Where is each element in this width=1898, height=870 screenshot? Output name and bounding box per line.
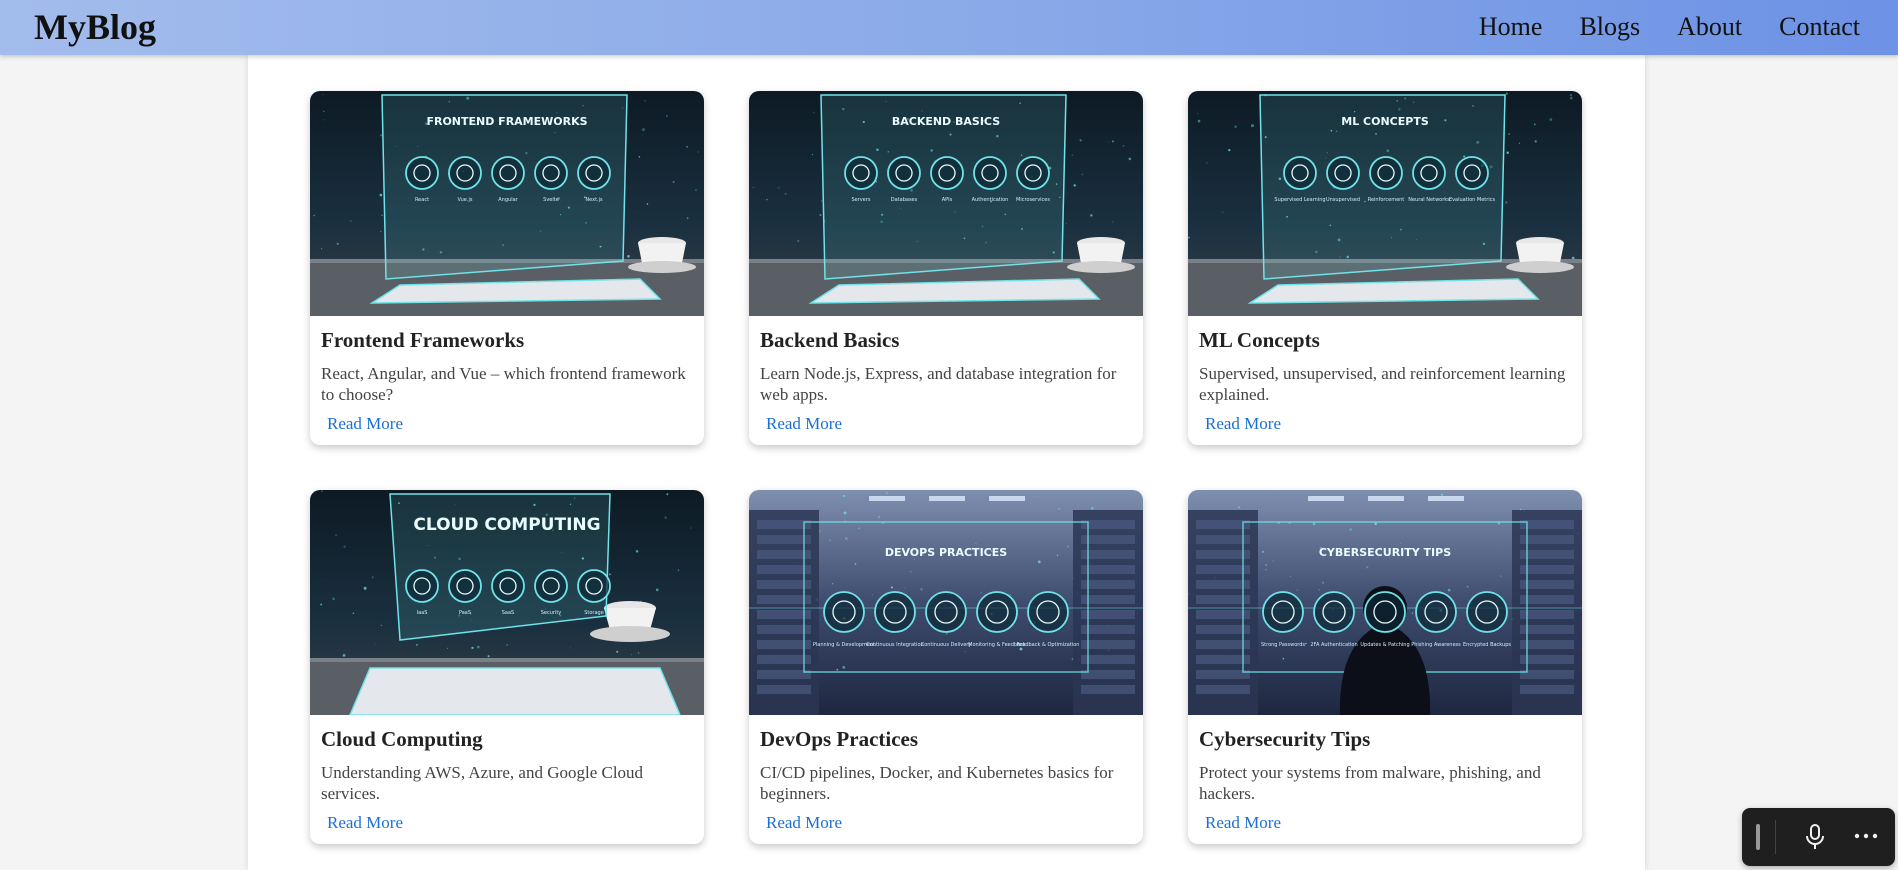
toolbar-divider [1775, 820, 1776, 854]
image-heading: FRONTEND FRAMEWORKS [426, 115, 587, 128]
svg-text:Next.js: Next.js [585, 197, 603, 203]
svg-text:Strong Passwords: Strong Passwords [1261, 642, 1305, 648]
top-navbar: MyBlog Home Blogs About Contact [0, 0, 1898, 55]
card-title: Frontend Frameworks [321, 328, 525, 352]
card-title: Cybersecurity Tips [1199, 727, 1371, 751]
card-illustration: BACKEND BASICS Servers Databases APIs Authen… [749, 91, 1143, 316]
svg-text:Unsupervised: Unsupervised [1326, 197, 1360, 203]
image-heading: DEVOPS PRACTICES [885, 546, 1007, 559]
svg-text:APIs: APIs [942, 197, 953, 203]
card-description: Understanding AWS, Azure, and Google Clo… [321, 763, 644, 803]
read-more-link[interactable]: Read More [327, 813, 403, 833]
drag-handle-icon[interactable] [1756, 824, 1760, 850]
card-image[interactable]: BACKEND BASICS Servers Databases APIs Authen… [749, 91, 1143, 316]
card-illustration: CLOUD COMPUTING IaaS PaaS SaaS Security Stora… [310, 490, 704, 715]
hologram-icon: Reinforcement [1368, 156, 1405, 203]
nav-home-link[interactable]: Home [1479, 10, 1543, 44]
read-more-link[interactable]: Read More [327, 414, 403, 434]
nav-blogs-link[interactable]: Blogs [1579, 10, 1640, 44]
card-description: Supervised, unsupervised, and reinforcem… [1199, 364, 1566, 404]
hologram-icon: Authentication [972, 156, 1009, 203]
hologram-icon: Unsupervised [1326, 156, 1360, 203]
svg-text:Encrypted Backups: Encrypted Backups [1463, 642, 1511, 648]
card-title: ML Concepts [1199, 328, 1320, 352]
voice-toolbar [1742, 808, 1895, 866]
blog-card: CLOUD COMPUTING IaaS PaaS SaaS Security Stora… [310, 490, 704, 844]
card-image[interactable]: CLOUD COMPUTING IaaS PaaS SaaS Security Stora… [310, 490, 704, 715]
svg-text:Storage: Storage [584, 610, 604, 616]
card-description: CI/CD pipelines, Docker, and Kubernetes … [760, 763, 1114, 803]
svg-text:Svelte: Svelte [543, 197, 559, 203]
hologram-icon: Databases [887, 156, 921, 203]
nav-contact-link[interactable]: Contact [1779, 10, 1860, 44]
svg-text:Continuous Delivery: Continuous Delivery [921, 642, 972, 648]
blog-card: FRONTEND FRAMEWORKS React Vue.js Angular Sve… [310, 91, 704, 445]
blog-card: BACKEND BASICS Servers Databases APIs Authen… [749, 91, 1143, 445]
card-image[interactable]: DEVOPS PRACTICES Planning & Development Co… [749, 490, 1143, 715]
svg-text:2FA Authentication: 2FA Authentication [1310, 642, 1357, 648]
nav-about-link[interactable]: About [1677, 10, 1742, 44]
card-illustration: ML CONCEPTS Supervised Learning Unsupervis… [1188, 91, 1582, 316]
svg-text:Feedback & Optimization: Feedback & Optimization [1017, 642, 1080, 648]
site-logo[interactable]: MyBlog [34, 6, 156, 48]
image-heading: CLOUD COMPUTING [413, 515, 600, 535]
card-image[interactable]: FRONTEND FRAMEWORKS React Vue.js Angular Sve… [310, 91, 704, 316]
svg-text:PaaS: PaaS [459, 610, 471, 616]
svg-text:Databases: Databases [891, 197, 918, 203]
svg-text:Angular: Angular [498, 197, 518, 203]
image-heading: BACKEND BASICS [892, 115, 1000, 128]
svg-text:React: React [415, 197, 429, 203]
blog-card: ML CONCEPTS Supervised Learning Unsupervis… [1188, 91, 1582, 445]
card-description: Protect your systems from malware, phish… [1199, 763, 1541, 803]
svg-text:Neural Networks: Neural Networks [1408, 197, 1450, 203]
card-image[interactable]: CYBERSECURITY TIPS Strong Passwords 2FA Au… [1188, 490, 1582, 715]
svg-text:Security: Security [541, 610, 562, 616]
blog-grid: FRONTEND FRAMEWORKS React Vue.js Angular Sve… [310, 91, 1582, 844]
svg-text:Continuous Integration: Continuous Integration [866, 642, 923, 648]
svg-text:Reinforcement: Reinforcement [1368, 197, 1405, 203]
read-more-link[interactable]: Read More [766, 414, 842, 434]
svg-text:Authentication: Authentication [972, 197, 1009, 203]
card-illustration: FRONTEND FRAMEWORKS React Vue.js Angular Sve… [310, 91, 704, 316]
svg-text:Phishing Awareness: Phishing Awareness [1411, 642, 1461, 648]
image-heading: ML CONCEPTS [1341, 115, 1429, 128]
card-description: React, Angular, and Vue – which frontend… [321, 364, 686, 404]
card-illustration: DEVOPS PRACTICESPlanning & DevelopmentCo… [749, 490, 1143, 715]
blog-card: CYBERSECURITY TIPS Strong Passwords 2FA Au… [1188, 490, 1582, 844]
nav-menu: Home Blogs About Contact [1442, 10, 1860, 44]
card-illustration: CYBERSECURITY TIPS Strong Passwords 2FA Au… [1188, 490, 1582, 715]
svg-text:Microservices: Microservices [1016, 197, 1050, 203]
more-options-icon[interactable] [1852, 826, 1880, 846]
card-title: Cloud Computing [321, 727, 483, 751]
svg-text:Vue.js: Vue.js [458, 197, 473, 203]
svg-text:IaaS: IaaS [417, 610, 428, 616]
blog-container: FRONTEND FRAMEWORKS React Vue.js Angular Sve… [248, 55, 1645, 870]
svg-text:Updates & Patching: Updates & Patching [1360, 642, 1409, 648]
svg-text:Supervised Learning: Supervised Learning [1274, 197, 1325, 203]
card-image[interactable]: ML CONCEPTS Supervised Learning Unsupervis… [1188, 91, 1582, 316]
card-title: Backend Basics [760, 328, 900, 352]
svg-text:SaaS: SaaS [502, 610, 514, 616]
card-description: Learn Node.js, Express, and database int… [760, 364, 1117, 404]
read-more-link[interactable]: Read More [1205, 813, 1281, 833]
card-title: DevOps Practices [760, 727, 919, 751]
microphone-icon[interactable] [1804, 824, 1826, 850]
image-heading: CYBERSECURITY TIPS [1319, 546, 1451, 559]
blog-card: DEVOPS PRACTICES Planning & Development Co… [749, 490, 1143, 844]
hologram-icon: Microservices [1016, 156, 1050, 203]
svg-text:Servers: Servers [851, 197, 870, 203]
read-more-link[interactable]: Read More [1205, 414, 1281, 434]
read-more-link[interactable]: Read More [766, 813, 842, 833]
svg-text:Evaluation Metrics: Evaluation Metrics [1449, 197, 1496, 203]
